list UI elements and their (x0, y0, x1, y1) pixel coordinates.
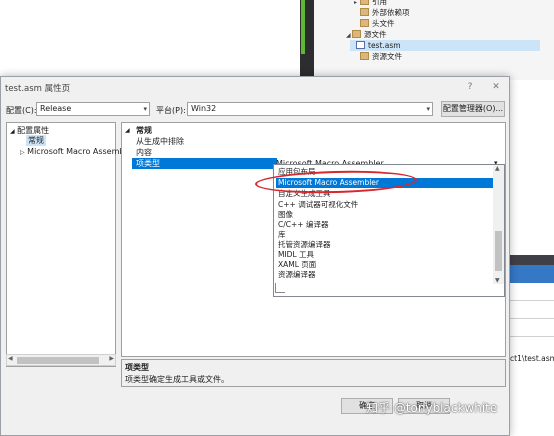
platform-select[interactable]: Win32 ▾ (187, 102, 433, 116)
platform-label: 平台(P): (156, 106, 186, 115)
description-text: 项类型确定生成工具或文件。 (125, 375, 229, 384)
chevron-down-icon: ▾ (426, 105, 430, 113)
editor-background (0, 0, 300, 80)
dropdown-option[interactable]: C++ 调试器可视化文件 (276, 200, 494, 210)
dropdown-option[interactable]: C/C++ 编译器 (276, 220, 494, 230)
solution-explorer: ▸ 引用 外部依赖项 头文件 ◢ 源文件 test.asm 资源文件 (314, 0, 554, 80)
tree-hscrollbar[interactable]: ◀ ▶ (6, 354, 116, 366)
asm-file-icon (356, 41, 365, 49)
resize-grip-icon[interactable] (275, 283, 285, 293)
grid-category[interactable]: ◢ 常规 (122, 125, 505, 136)
explorer-item-test-asm[interactable]: test.asm (350, 40, 540, 51)
scrollbar-thumb[interactable] (495, 231, 502, 271)
output-path-text: ct1\test.asm (510, 354, 554, 363)
chevron-down-icon: ▾ (143, 105, 147, 113)
dropdown-option[interactable]: 库 (276, 230, 494, 240)
reference-icon (360, 0, 369, 5)
description-title: 项类型 (125, 363, 149, 372)
grid-row-exclude[interactable]: 从生成中排除 (122, 136, 505, 147)
change-indicator (301, 0, 305, 54)
scroll-right-icon[interactable]: ▶ (109, 355, 114, 362)
explorer-item-sources[interactable]: ◢ 源文件 (346, 29, 387, 40)
config-manager-button[interactable]: 配置管理器(O)... (441, 101, 505, 117)
folder-icon (360, 52, 369, 60)
folder-icon (360, 8, 369, 16)
folder-icon (360, 19, 369, 27)
explorer-item-external-deps[interactable]: 外部依赖项 (354, 7, 410, 18)
dropdown-option[interactable]: 资源编译器 (276, 270, 494, 280)
description-panel: 项类型 项类型确定生成工具或文件。 (121, 359, 506, 387)
tree-node-masm[interactable]: ▷ Microsoft Macro Assembler (20, 146, 135, 157)
dropdown-scrollbar[interactable]: ▲ ▼ (493, 165, 504, 284)
output-panel-header (510, 255, 554, 265)
expand-icon: ▷ (20, 149, 25, 156)
collapse-icon: ◢ (125, 127, 130, 134)
close-button[interactable]: ✕ (489, 80, 503, 94)
tree-node-general[interactable]: 常规 (26, 135, 46, 146)
grid-row-content[interactable]: 内容 (122, 147, 505, 158)
explorer-item-headers[interactable]: 头文件 (354, 18, 395, 29)
collapse-icon: ◢ (10, 128, 15, 135)
explorer-item-references[interactable]: ▸ 引用 (354, 0, 387, 7)
dropdown-option[interactable]: XAML 页面 (276, 260, 494, 270)
property-tree: ◢ 配置属性 常规 ▷ Microsoft Macro Assembler (6, 122, 135, 367)
dialog-title: test.asm 属性页 (5, 84, 71, 94)
scroll-down-icon[interactable]: ▼ (495, 277, 500, 284)
explorer-item-resources[interactable]: 资源文件 (354, 51, 402, 62)
scroll-up-icon[interactable]: ▲ (495, 165, 500, 172)
dropdown-option[interactable]: 托管资源编译器 (276, 240, 494, 250)
watermark-text: 知乎 @tonyblackwhite (366, 401, 498, 415)
scroll-left-icon[interactable]: ◀ (8, 355, 13, 362)
dropdown-option[interactable]: MIDL 工具 (276, 250, 494, 260)
config-select[interactable]: Release ▾ (36, 102, 150, 116)
output-panel-toolbar (510, 265, 554, 283)
scrollbar-thumb[interactable] (17, 357, 99, 364)
help-button[interactable]: ? (463, 80, 477, 94)
config-label: 配置(C): (6, 106, 37, 115)
dropdown-option[interactable]: 图像 (276, 210, 494, 220)
folder-icon (352, 30, 361, 38)
